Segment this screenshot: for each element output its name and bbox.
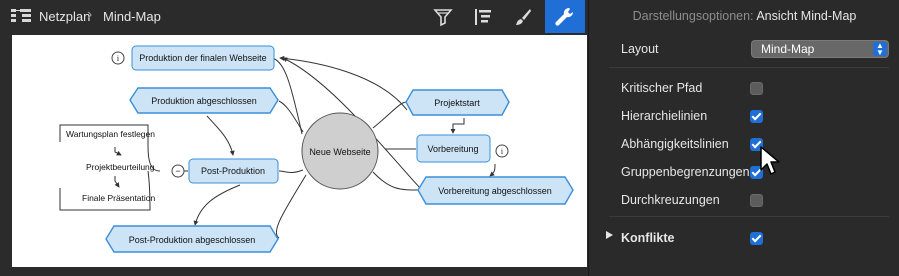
updown-chevron-icon: ▲ ▼: [873, 42, 887, 57]
collapse-button[interactable]: −: [171, 164, 185, 178]
inspector-button[interactable]: [545, 0, 585, 33]
critical-path-checkbox[interactable]: [750, 82, 763, 95]
node-label: Post-Produktion abgeschlossen: [129, 235, 256, 245]
mindmap-diagram: Neue Webseite Produktion der finalen Web…: [59, 45, 574, 253]
disclosure-triangle-icon[interactable]: [606, 231, 613, 239]
wrench-icon: [555, 7, 574, 26]
layout-select[interactable]: Mind-Map ▲ ▼: [751, 40, 889, 58]
filter-icon: [433, 8, 453, 26]
filter-button[interactable]: [423, 0, 463, 33]
center-node[interactable]: Neue Webseite: [301, 112, 379, 190]
option-label: Gruppenbegrenzungen: [621, 165, 750, 179]
breadcrumb-separator: ›: [87, 6, 93, 23]
node-label: Produktion der finalen Webseite: [139, 53, 266, 63]
node-post-production-done[interactable]: Post-Produktion abgeschlossen: [105, 225, 279, 253]
panel-title-prefix: Darstellungsoptionen:: [632, 9, 754, 23]
option-label: Abhängigkeitslinien: [621, 137, 729, 151]
conflicts-label[interactable]: Konflikte: [621, 231, 674, 245]
node-label: Post-Produktion: [201, 166, 265, 176]
inspector-panel: Darstellungsoptionen: Ansicht Mind-Map L…: [588, 0, 899, 276]
info-badge-vorbereitung[interactable]: i: [495, 144, 509, 158]
outline-view-icon: [475, 8, 491, 25]
node-label: Vorbereitung: [427, 144, 478, 154]
option-label: Kritischer Pfad: [621, 81, 703, 95]
main-area: Netzplan › Mind-Map Neue Webseite Produk…: [0, 0, 588, 276]
option-label: Durchkreuzungen: [621, 193, 720, 207]
layout-label: Layout: [621, 42, 659, 56]
conflicts-checkbox[interactable]: [750, 232, 763, 245]
title-bar: Netzplan › Mind-Map: [0, 0, 588, 33]
subitem-beurteilung[interactable]: Projektbeurteilung: [86, 162, 155, 172]
panel-title: Darstellungsoptionen: Ansicht Mind-Map: [589, 9, 899, 23]
node-label: Projektstart: [434, 98, 480, 108]
option-label: Hierarchielinien: [621, 109, 708, 123]
layout-select-value: Mind-Map: [761, 42, 815, 56]
collapse-icon: −: [175, 166, 180, 176]
crossings-checkbox[interactable]: [750, 194, 763, 207]
divider: [609, 67, 889, 68]
panel-title-view: Ansicht Mind-Map: [756, 9, 857, 23]
center-node-label: Neue Webseite: [309, 147, 370, 157]
node-vorbereitung[interactable]: Vorbereitung: [416, 134, 491, 163]
divider: [609, 216, 889, 217]
node-production-final[interactable]: Produktion der finalen Webseite: [131, 45, 275, 71]
hierarchy-lines-checkbox[interactable]: [750, 110, 763, 123]
node-label: Vorbereitung abgeschlossen: [438, 186, 552, 196]
paintbrush-icon: [516, 8, 531, 25]
subitem-praesentation[interactable]: Finale Präsentation: [82, 193, 156, 203]
breadcrumb-parent[interactable]: Netzplan: [39, 9, 90, 24]
node-label: Produktion abgeschlossen: [151, 96, 257, 106]
subitem-wartung[interactable]: Wartungsplan festlegen: [66, 129, 155, 139]
node-vorbereitung-done[interactable]: Vorbereitung abgeschlossen: [417, 176, 574, 205]
node-projektstart[interactable]: Projektstart: [405, 89, 510, 116]
mindmap-canvas[interactable]: Neue Webseite Produktion der finalen Web…: [12, 35, 587, 267]
node-post-production[interactable]: Post-Produktion: [188, 158, 279, 184]
outline-view-button[interactable]: [463, 0, 503, 33]
mouse-pointer-icon: [760, 146, 780, 175]
network-plan-icon: [11, 9, 31, 22]
info-badge-production[interactable]: i: [111, 51, 125, 65]
node-production-done[interactable]: Produktion abgeschlossen: [129, 87, 279, 114]
breadcrumb-current[interactable]: Mind-Map: [103, 9, 161, 24]
style-button[interactable]: [503, 0, 543, 33]
